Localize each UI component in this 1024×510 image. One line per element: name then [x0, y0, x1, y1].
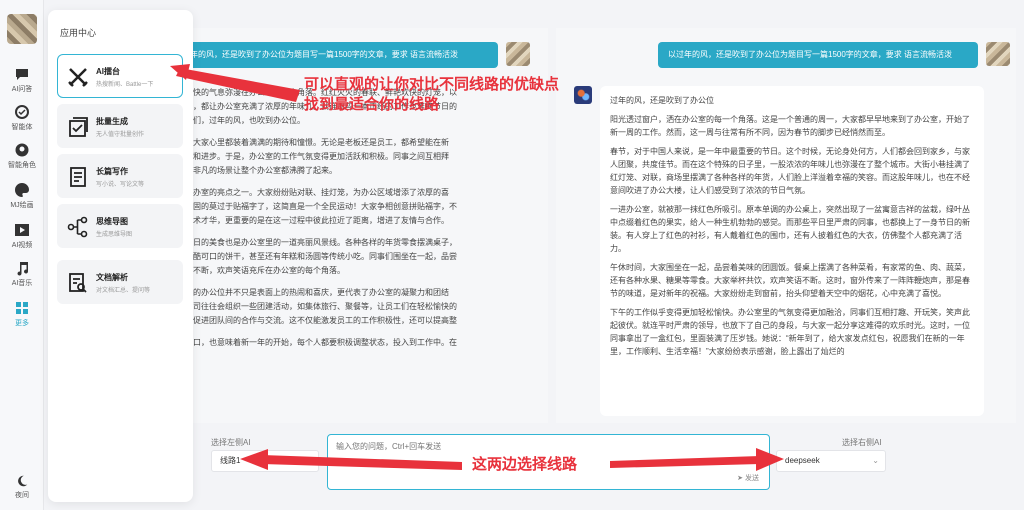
rail-label: AI视频	[11, 242, 33, 249]
rail-item-agent[interactable]: 智能体	[0, 104, 44, 132]
battle-icon	[68, 68, 88, 87]
app-name: AI擂台	[96, 67, 120, 76]
chat-icon	[16, 69, 28, 80]
batch-icon	[69, 117, 88, 137]
rail-label: 更多	[15, 320, 29, 327]
night-mode-toggle[interactable]: 夜间	[0, 474, 44, 500]
document-icon	[70, 167, 86, 187]
bot-avatar	[574, 86, 592, 104]
rail-item-mj[interactable]: MJ绘画	[0, 182, 44, 210]
night-label: 夜间	[15, 492, 29, 499]
annotation-compare-line1: 可以直观的让你对比不同线路的优缺点	[304, 76, 560, 93]
rail-label: 智能角色	[8, 162, 36, 169]
app-desc: 无人值守批量创作	[96, 132, 145, 138]
right-ai-select[interactable]: deepseek ⌄	[776, 450, 886, 472]
answer-paragraph: 下午的工作似乎变得更加轻松愉快。办公室里的气氛变得更加融洽，同事们互相打趣、开玩…	[610, 308, 970, 356]
app-card-batch[interactable]: 批量生成 无人值守批量创作	[57, 104, 183, 148]
right-question-bubble: 以过年的风，还是吹到了办公位为题目写一篇1500字的文章，要求 语言流畅活泼	[658, 42, 978, 68]
rail-label: 智能体	[11, 124, 33, 131]
chevron-down-icon: ⌄	[872, 456, 879, 465]
app-card-long-writing[interactable]: 长篇写作 写小说、写论文等	[57, 154, 183, 198]
send-button[interactable]: ➤ 发送	[737, 473, 759, 483]
doc-parse-icon	[69, 273, 87, 293]
rail-label: AI问答	[11, 86, 33, 93]
app-name: 长篇写作	[96, 167, 128, 176]
app-name: 文档解析	[96, 273, 128, 282]
rail-item-role[interactable]: 智能角色	[0, 142, 44, 170]
right-answer: 过年的风，还是吹到了办公位 阳光透过窗户，洒在办公室的每一个角落。这是一个普通的…	[600, 86, 984, 416]
rail-item-video[interactable]: AI视频	[0, 222, 44, 250]
answer-paragraph: 春节，对于中国人来说，是一年中最重要的节日。这个时候，无论身处何方，人们都会回到…	[610, 147, 970, 195]
rail-label: MJ绘画	[10, 202, 34, 209]
app-name: 批量生成	[96, 117, 128, 126]
user-avatar	[506, 42, 530, 66]
rail-item-more[interactable]: 更多	[0, 300, 44, 328]
annotation-compare-line2: 找到最适合你的线路	[304, 96, 440, 113]
app-center-panel: 应用中心 AI擂台 热搜新闻、Battle一下 批量生成 无人值守批量创作 长篇…	[48, 10, 193, 502]
rail-label: AI音乐	[11, 280, 33, 287]
left-ai-label: 选择左侧AI	[211, 438, 251, 447]
left-ai-value: 线路1	[220, 456, 241, 465]
more-icon	[16, 302, 28, 314]
send-icon: ➤	[737, 475, 744, 482]
app-card-ai-battle[interactable]: AI擂台 热搜新闻、Battle一下	[57, 54, 183, 98]
user-avatar	[986, 42, 1010, 66]
annotation-select-route: 这两边选择线路	[472, 456, 578, 473]
video-icon	[15, 224, 29, 236]
right-ai-label: 选择右侧AI	[842, 438, 882, 447]
panel-title: 应用中心	[60, 28, 97, 38]
avatar[interactable]	[7, 14, 37, 44]
app-desc: 热搜新闻、Battle一下	[96, 82, 154, 88]
app-desc: 生成思维导图	[96, 232, 133, 238]
left-answer: 快的气息弥漫在办公室的每个角落。红红火火的春联、鲜艳欢快的灯笼，以 ，都让办公室充…	[193, 88, 457, 347]
mindmap-icon	[67, 216, 88, 238]
left-question-bubble: 年的风，还是吹到了办公位为题目写一篇1500字的文章，要求 语言流畅活泼	[180, 42, 498, 68]
right-chat-column: 以过年的风，还是吹到了办公位为题目写一篇1500字的文章，要求 语言流畅活泼 过…	[556, 28, 1016, 423]
send-label: 发送	[745, 475, 759, 482]
app-name: 思维导图	[96, 217, 128, 226]
answer-title: 过年的风，还是吹到了办公位	[610, 96, 714, 105]
rail-item-music[interactable]: AI音乐	[0, 260, 44, 288]
rail-item-ai-qa[interactable]: AI问答	[0, 66, 44, 94]
paint-icon	[15, 183, 29, 197]
app-desc: 对文档汇总、提问等	[96, 288, 151, 294]
music-icon	[17, 262, 29, 276]
app-card-mindmap[interactable]: 思维导图 生成思维导图	[57, 204, 183, 248]
answer-paragraph: 阳光透过窗户，洒在办公室的每一个角落。这是一个普通的周一，大家都早早地来到了办公…	[610, 115, 970, 137]
icon-rail: AI问答 智能体 智能角色 MJ绘画 AI视频 AI音乐 更多 夜间	[0, 0, 44, 510]
answer-paragraph: 一进办公室，就被那一抹红色所吸引。原本单调的办公桌上，突然出现了一盆寓意吉祥的盆…	[610, 205, 970, 253]
app-desc: 写小说、写论文等	[96, 182, 145, 188]
left-ai-select[interactable]: 线路1	[211, 450, 319, 472]
role-icon	[15, 143, 29, 157]
right-ai-value: deepseek	[785, 456, 820, 465]
answer-paragraph: 午休时间，大家围坐在一起，品尝着美味的团圆饭。餐桌上摆满了各种菜肴，有家常的鱼、…	[610, 263, 970, 298]
agent-icon	[15, 105, 29, 119]
app-card-doc-parse[interactable]: 文档解析 对文档汇总、提问等	[57, 260, 183, 304]
moon-icon	[18, 475, 28, 487]
